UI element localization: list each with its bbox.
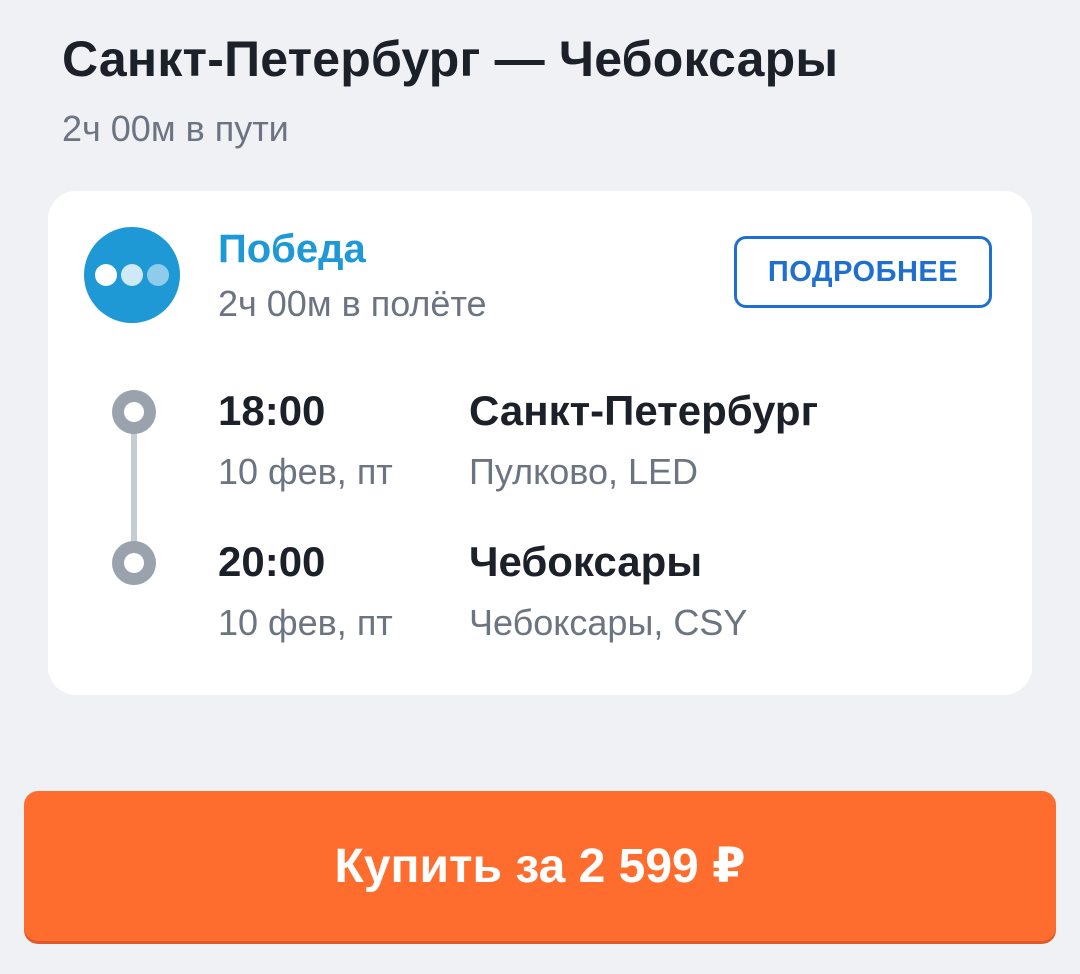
arrival-dot-icon [112, 541, 156, 585]
departure-airport: Пулково, LED [469, 451, 699, 492]
logo-dot [95, 264, 117, 286]
departure-time: 18:00 [218, 387, 326, 434]
flight-duration: 2ч 00м в полёте [218, 283, 487, 324]
arrival-time: 20:00 [218, 538, 326, 585]
departure-date: 10 фев, пт [218, 451, 393, 492]
airline-logo-icon [84, 227, 180, 323]
route-duration: 2ч 00м в пути [62, 108, 289, 149]
arrival-city: Чебоксары [469, 538, 703, 585]
departure-dot-icon [112, 390, 156, 434]
logo-dot [121, 264, 143, 286]
logo-dot [147, 264, 169, 286]
airline-name: Победа [218, 227, 366, 271]
departure-city: Санкт-Петербург [469, 387, 819, 434]
buy-button[interactable]: Купить за 2 599 ₽ [24, 791, 1056, 941]
route-title: Санкт-Петербург — Чебоксары [62, 31, 839, 87]
arrival-date: 10 фев, пт [218, 602, 393, 643]
flight-card: Победа 2ч 00м в полёте ПОДРОБНЕЕ 18:00 1… [48, 191, 1032, 695]
details-button[interactable]: ПОДРОБНЕЕ [734, 236, 992, 308]
arrival-airport: Чебоксары, CSY [469, 602, 748, 643]
